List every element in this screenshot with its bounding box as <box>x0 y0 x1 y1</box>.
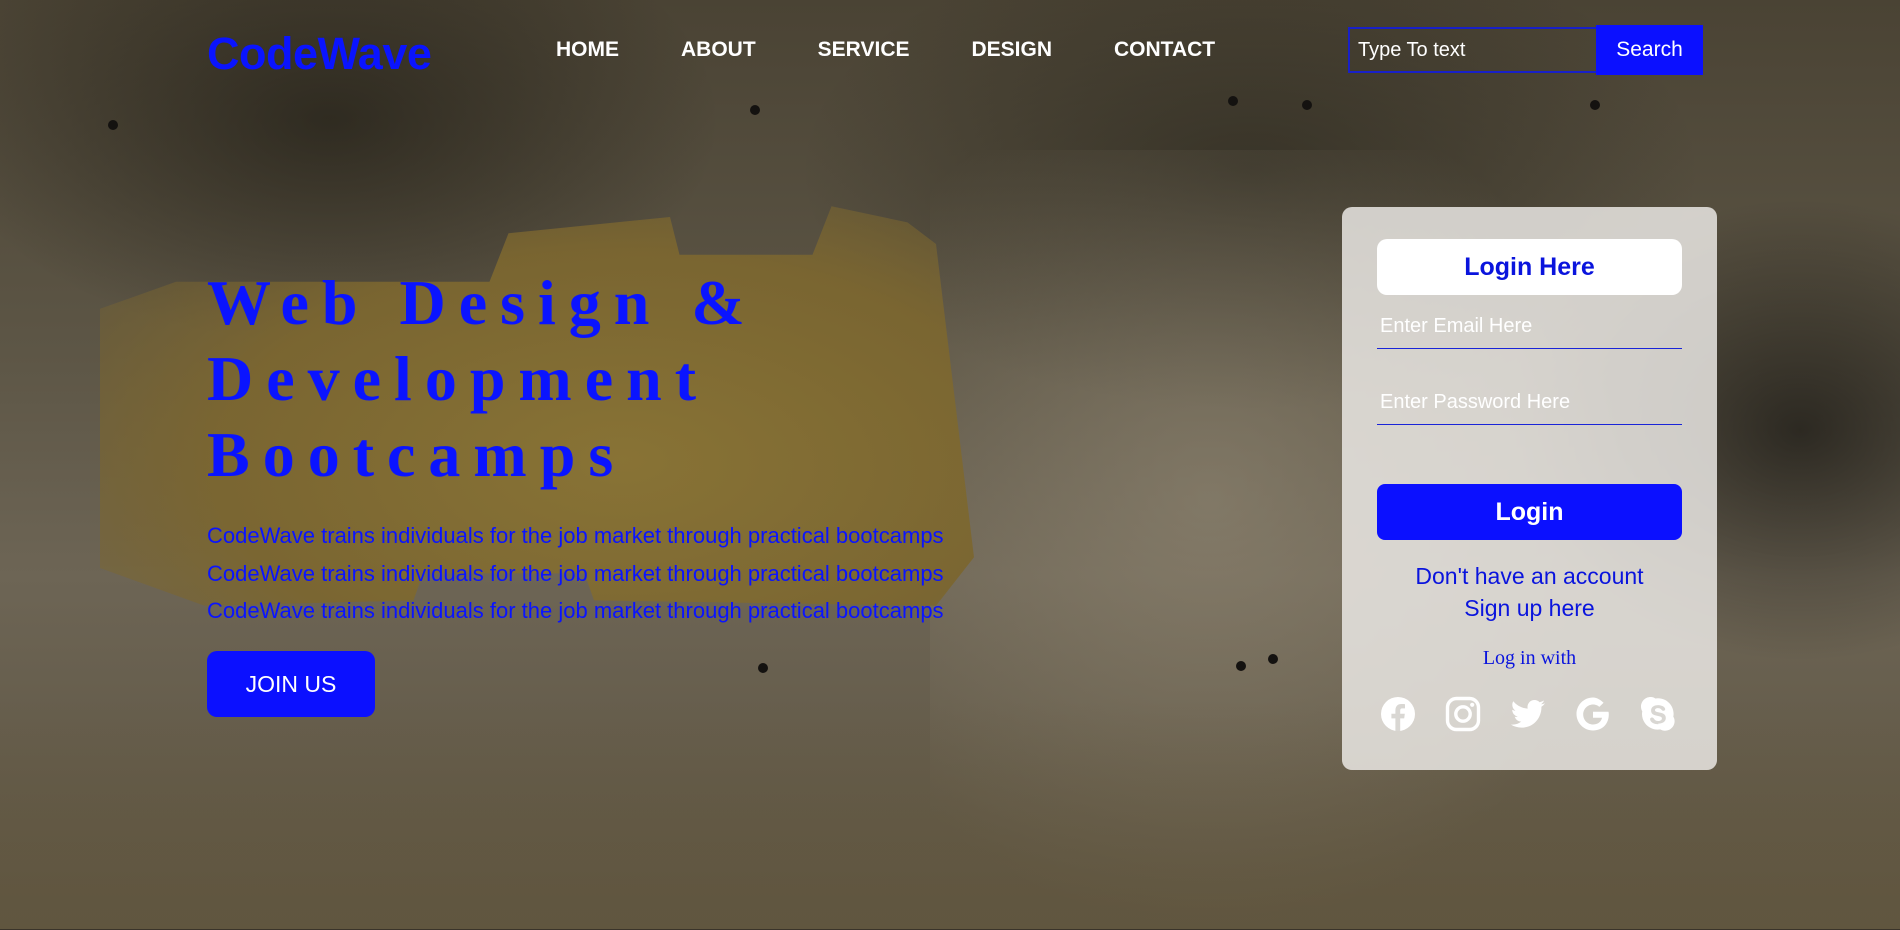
skype-icon[interactable] <box>1640 696 1676 732</box>
hero-paragraph-line: CodeWave trains individuals for the job … <box>207 598 944 623</box>
nav-design[interactable]: DESIGN <box>972 38 1053 62</box>
facebook-icon[interactable] <box>1380 696 1416 732</box>
search-button[interactable]: Search <box>1596 25 1703 75</box>
password-field[interactable] <box>1377 381 1682 425</box>
join-us-button[interactable]: JOIN US <box>207 651 375 717</box>
main-nav: HOME ABOUT SERVICE DESIGN CONTACT <box>556 38 1277 62</box>
hero-title-line: Development <box>207 343 710 414</box>
search-bar: Search <box>1348 25 1703 75</box>
hero-title-line: Bootcamps <box>207 419 627 490</box>
hero-title-line: Web Design & <box>207 267 758 338</box>
nav-service[interactable]: SERVICE <box>818 38 910 62</box>
no-account-text: Don't have an account <box>1415 563 1644 589</box>
hero-title: Web Design & Development Bootcamps <box>207 265 758 493</box>
instagram-icon[interactable] <box>1445 696 1481 732</box>
signup-prompt: Don't have an account Sign up here <box>1342 560 1717 624</box>
nav-contact[interactable]: CONTACT <box>1114 38 1215 62</box>
signup-link[interactable]: Sign up here <box>1342 592 1717 624</box>
log-in-with-label: Log in with <box>1482 647 1577 669</box>
logo[interactable]: CodeWave <box>207 28 432 80</box>
email-field[interactable] <box>1377 305 1682 349</box>
nav-about[interactable]: ABOUT <box>681 38 756 62</box>
login-title: Login Here <box>1377 239 1682 295</box>
social-login-icons <box>1380 696 1676 732</box>
nav-home[interactable]: HOME <box>556 38 619 62</box>
hero-description: CodeWave trains individuals for the job … <box>207 517 944 630</box>
hero-paragraph-line: CodeWave trains individuals for the job … <box>207 560 944 586</box>
hero-paragraph-line: CodeWave trains individuals for the job … <box>207 523 944 548</box>
search-input[interactable] <box>1348 27 1596 73</box>
google-icon[interactable] <box>1575 696 1611 732</box>
twitter-icon[interactable] <box>1510 696 1546 732</box>
login-button[interactable]: Login <box>1377 484 1682 540</box>
login-card: Login Here Login Don't have an account S… <box>1342 207 1717 770</box>
